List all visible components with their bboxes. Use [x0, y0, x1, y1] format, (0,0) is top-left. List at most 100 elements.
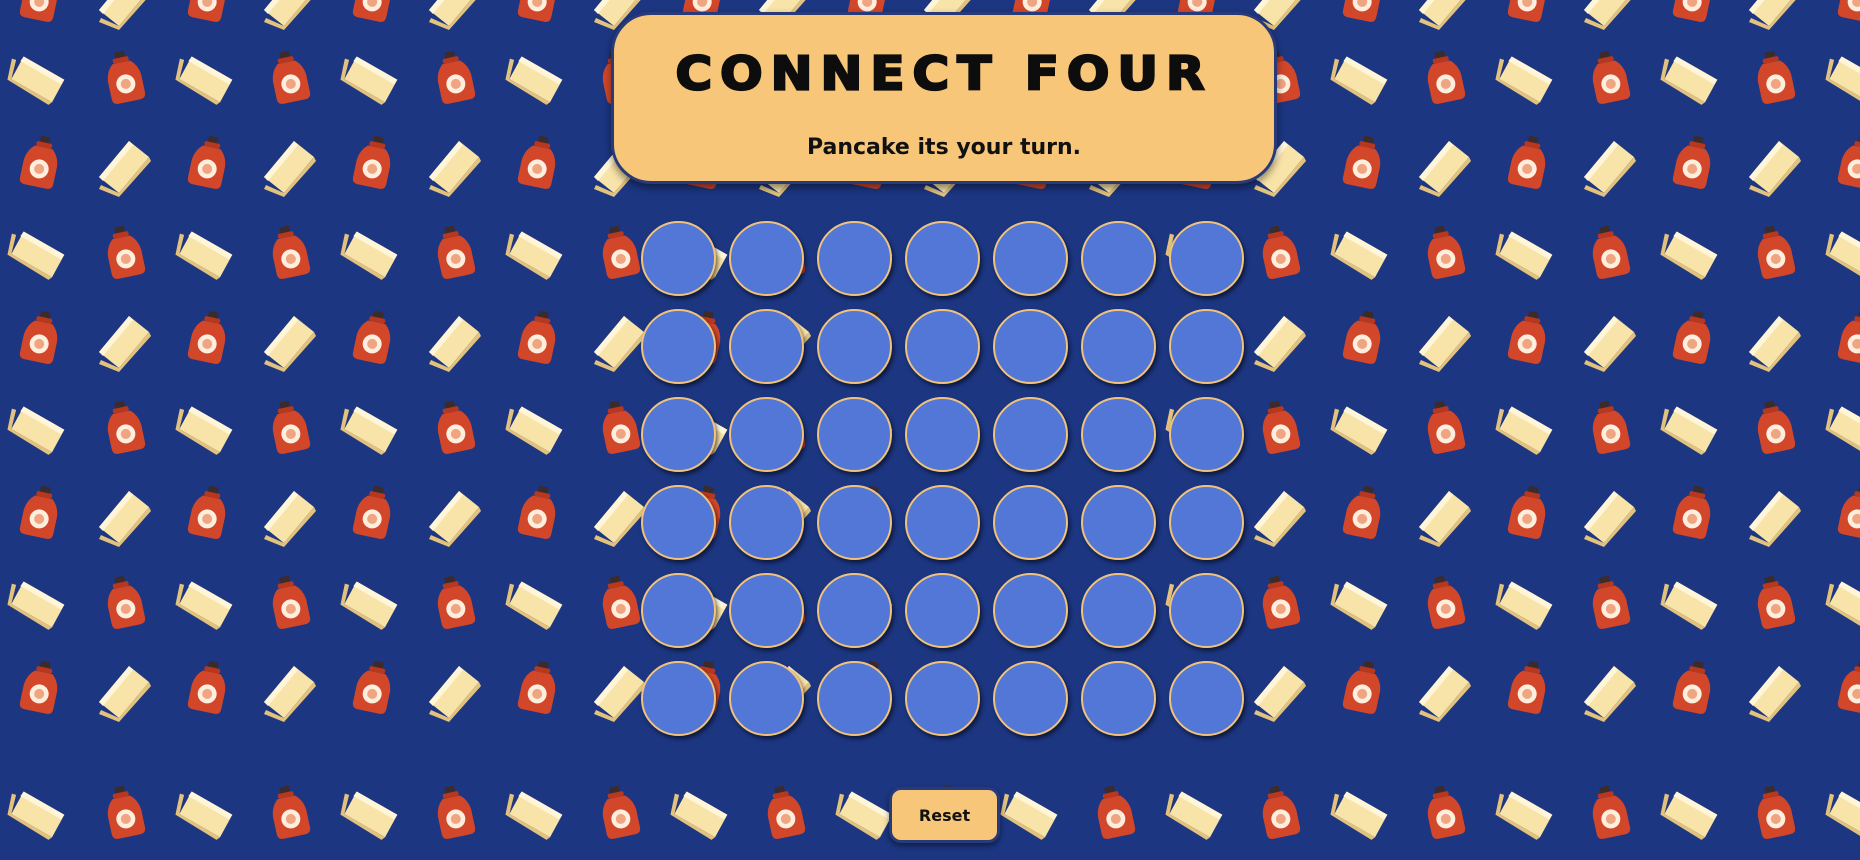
- butter-icon: [1419, 141, 1471, 197]
- butter-icon: [264, 316, 316, 372]
- board-cell[interactable]: [1081, 309, 1156, 384]
- syrup-bottle-icon: [351, 133, 396, 191]
- board-cell[interactable]: [817, 309, 892, 384]
- syrup-bottle-icon: [102, 48, 147, 106]
- butter-icon: [1584, 491, 1636, 547]
- board-cell[interactable]: [817, 485, 892, 560]
- board-cell[interactable]: [905, 661, 980, 736]
- reset-button[interactable]: Reset: [889, 787, 1000, 843]
- board-cell[interactable]: [817, 397, 892, 472]
- board-cell[interactable]: [1169, 397, 1244, 472]
- butter-icon: [3, 785, 69, 847]
- butter-icon: [1749, 316, 1801, 372]
- butter-icon: [171, 575, 237, 637]
- syrup-bottle-icon: [267, 783, 312, 841]
- board-cell[interactable]: [993, 397, 1068, 472]
- board-cell[interactable]: [905, 573, 980, 648]
- syrup-bottle-icon: [1506, 308, 1551, 366]
- board-cell[interactable]: [641, 485, 716, 560]
- board-cell[interactable]: [1169, 221, 1244, 296]
- syrup-bottle-icon: [1257, 783, 1302, 841]
- board-cell[interactable]: [817, 661, 892, 736]
- syrup-bottle-icon: [597, 398, 642, 456]
- board-cell[interactable]: [729, 485, 804, 560]
- butter-icon: [1326, 225, 1392, 287]
- butter-icon: [3, 400, 69, 462]
- syrup-bottle-icon: [186, 483, 231, 541]
- board-cell[interactable]: [905, 397, 980, 472]
- butter-icon: [1491, 225, 1557, 287]
- board-cell[interactable]: [993, 573, 1068, 648]
- syrup-bottle-icon: [1671, 0, 1716, 24]
- butter-icon: [1161, 785, 1227, 847]
- syrup-bottle-icon: [1752, 398, 1797, 456]
- syrup-bottle-icon: [267, 398, 312, 456]
- board-cell[interactable]: [1081, 397, 1156, 472]
- butter-icon: [1326, 400, 1392, 462]
- syrup-bottle-icon: [102, 223, 147, 281]
- board-cell[interactable]: [993, 485, 1068, 560]
- board-cell[interactable]: [641, 221, 716, 296]
- syrup-bottle-icon: [102, 573, 147, 631]
- board-cell[interactable]: [993, 309, 1068, 384]
- board-cell[interactable]: [817, 221, 892, 296]
- syrup-bottle-icon: [267, 223, 312, 281]
- butter-icon: [429, 491, 481, 547]
- syrup-bottle-icon: [1341, 133, 1386, 191]
- butter-icon: [996, 785, 1062, 847]
- butter-icon: [3, 50, 69, 112]
- syrup-bottle-icon: [1587, 48, 1632, 106]
- butter-icon: [264, 491, 316, 547]
- butter-icon: [264, 666, 316, 722]
- butter-icon: [99, 316, 151, 372]
- board-cell[interactable]: [1169, 485, 1244, 560]
- board-cell[interactable]: [1081, 573, 1156, 648]
- syrup-bottle-icon: [1257, 223, 1302, 281]
- butter-icon: [594, 316, 646, 372]
- board-cell[interactable]: [641, 397, 716, 472]
- board-cell[interactable]: [1081, 485, 1156, 560]
- board-cell[interactable]: [729, 309, 804, 384]
- syrup-bottle-icon: [432, 783, 477, 841]
- board-cell[interactable]: [905, 485, 980, 560]
- syrup-bottle-icon: [1422, 48, 1467, 106]
- board-cell[interactable]: [1081, 221, 1156, 296]
- board-cell[interactable]: [1169, 573, 1244, 648]
- syrup-bottle-icon: [1671, 133, 1716, 191]
- board-cell[interactable]: [1081, 661, 1156, 736]
- butter-icon: [1584, 316, 1636, 372]
- butter-icon: [831, 785, 897, 847]
- butter-icon: [1656, 785, 1722, 847]
- butter-icon: [171, 785, 237, 847]
- board-cell[interactable]: [905, 309, 980, 384]
- syrup-bottle-icon: [102, 783, 147, 841]
- syrup-bottle-icon: [1752, 783, 1797, 841]
- syrup-bottle-icon: [597, 573, 642, 631]
- board-cell[interactable]: [729, 573, 804, 648]
- butter-icon: [1326, 785, 1392, 847]
- butter-icon: [1491, 575, 1557, 637]
- board-cell[interactable]: [729, 397, 804, 472]
- syrup-bottle-icon: [1836, 308, 1860, 366]
- syrup-bottle-icon: [102, 398, 147, 456]
- board-cell[interactable]: [1169, 309, 1244, 384]
- butter-icon: [99, 141, 151, 197]
- board-cell[interactable]: [641, 309, 716, 384]
- board-cell[interactable]: [993, 661, 1068, 736]
- butter-icon: [1584, 666, 1636, 722]
- syrup-bottle-icon: [1341, 0, 1386, 24]
- butter-icon: [501, 225, 567, 287]
- syrup-bottle-icon: [432, 398, 477, 456]
- board-cell[interactable]: [817, 573, 892, 648]
- syrup-bottle-icon: [1257, 573, 1302, 631]
- board-cell[interactable]: [905, 221, 980, 296]
- butter-icon: [1821, 785, 1860, 847]
- board-cell[interactable]: [1169, 661, 1244, 736]
- board-cell[interactable]: [641, 661, 716, 736]
- board-cell[interactable]: [641, 573, 716, 648]
- board-cell[interactable]: [993, 221, 1068, 296]
- board-cell[interactable]: [729, 661, 804, 736]
- syrup-bottle-icon: [1506, 658, 1551, 716]
- board-cell[interactable]: [729, 221, 804, 296]
- butter-icon: [171, 400, 237, 462]
